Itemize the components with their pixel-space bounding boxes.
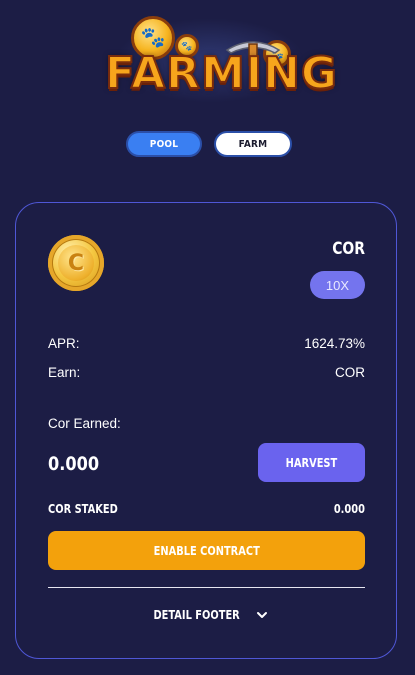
harvest-button[interactable]: HARVEST [258, 443, 365, 482]
farming-page: 🐾 🐾 🐾 FARMING POOL FARM C COR 10X APR: 1… [0, 0, 415, 675]
earn-value: COR [335, 364, 365, 380]
earn-label: Earn: [48, 364, 81, 380]
detail-footer-toggle[interactable]: DETAIL FOOTER [16, 605, 396, 625]
multiplier-badge: 10X [310, 271, 365, 299]
farm-card: C COR 10X APR: 1624.73% Earn: COR Cor Ea… [15, 202, 397, 659]
logo-text: FARMING [104, 47, 339, 100]
chevron-down-icon [256, 612, 267, 618]
staked-label: COR STAKED [48, 502, 118, 516]
apr-value: 1624.73% [304, 335, 365, 351]
token-name: COR [332, 239, 365, 259]
enable-contract-label: ENABLE CONTRACT [153, 543, 260, 558]
tab-farm[interactable]: FARM [214, 131, 292, 157]
earn-row: Earn: COR [48, 363, 365, 381]
enable-contract-button[interactable]: ENABLE CONTRACT [48, 531, 365, 570]
apr-row: APR: 1624.73% [48, 334, 365, 352]
apr-label: APR: [48, 335, 80, 351]
farming-logo: 🐾 🐾 🐾 FARMING [95, 8, 339, 108]
earned-value: 0.000 [48, 453, 100, 475]
staked-row: COR STAKED 0.000 [48, 501, 365, 517]
pool-farm-tabs: POOL FARM [126, 131, 292, 157]
tab-pool[interactable]: POOL [126, 131, 202, 157]
staked-value: 0.000 [333, 502, 365, 516]
divider [48, 587, 365, 588]
coin-icon: C [48, 235, 104, 291]
earned-label: Cor Earned: [48, 416, 121, 431]
harvest-button-label: HARVEST [285, 455, 338, 470]
detail-footer-label: DETAIL FOOTER [153, 608, 241, 622]
